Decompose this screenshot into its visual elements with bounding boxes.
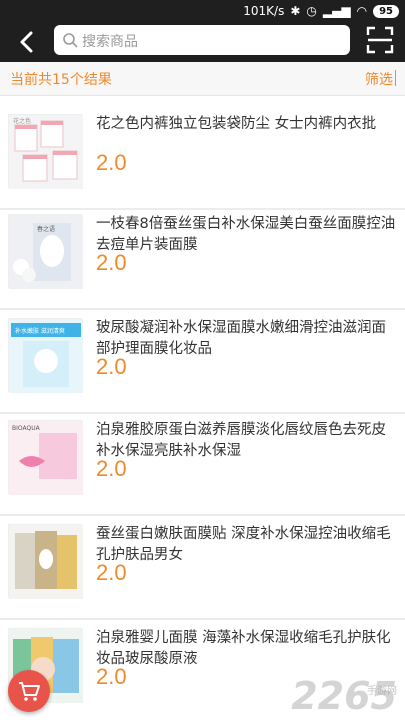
bluetooth-icon: ✱ xyxy=(290,4,301,18)
product-image xyxy=(9,525,83,599)
thumb-label: BIOAQUA xyxy=(12,425,41,432)
product-price: 2.0 xyxy=(96,250,127,275)
back-button[interactable] xyxy=(14,28,40,56)
product-price: 2.0 xyxy=(96,456,127,481)
product-image: 花之色 xyxy=(9,115,83,189)
app-bar: 搜索商品 xyxy=(0,22,405,62)
scan-button[interactable] xyxy=(366,26,394,54)
watermark: 2265 手游网 xyxy=(291,674,397,718)
product-item[interactable]: 蚕丝蛋白嫩肤面膜贴 深度补水保湿控油收缩毛孔护肤品男女 2.0 xyxy=(0,510,405,620)
signal-icon: ▂▄▆ xyxy=(322,4,351,18)
product-image: 春之语 xyxy=(9,215,83,289)
product-thumbnail: 花之色 xyxy=(8,114,83,189)
product-title: 一枝春8倍蚕丝蛋白补水保湿美白蚕丝面膜控油去痘单片装面膜 xyxy=(96,216,396,253)
alarm-icon: ◷ xyxy=(306,4,317,18)
back-arrow-icon xyxy=(20,31,33,53)
product-item[interactable]: BIOAQUA 泊泉雅胶原蛋白滋养唇膜淡化唇纹唇色去死皮补水保湿亮肤补水保湿 2… xyxy=(0,406,405,516)
product-price: 2.0 xyxy=(96,560,127,585)
search-icon xyxy=(63,33,78,48)
search-placeholder: 搜索商品 xyxy=(82,34,138,50)
battery-badge: 95 xyxy=(373,4,399,18)
scan-icon xyxy=(366,26,394,54)
wifi-icon: ◠ xyxy=(356,4,368,18)
product-item[interactable]: 花之色 花之色内裤独立包装袋防尘 女士内裤内衣批 2.0 xyxy=(0,100,405,210)
search-box[interactable]: 搜索商品 xyxy=(54,25,350,55)
product-thumbnail: 补水嫩肤 滋润清爽 xyxy=(8,318,83,393)
product-title: 花之色内裤独立包装袋防尘 女士内裤内衣批 xyxy=(96,116,377,132)
status-bar: 101K/s ✱ ◷ ▂▄▆ ◠ 95 xyxy=(0,0,405,22)
cart-button[interactable] xyxy=(8,670,50,712)
product-thumbnail: 春之语 xyxy=(8,214,83,289)
product-title: 玻尿酸凝润补水保湿面膜水嫩细滑控油滋润面部护理面膜化妆品 xyxy=(96,320,386,357)
watermark-sub: 手游网 xyxy=(367,686,397,697)
result-bar: 当前共15个结果 筛选 xyxy=(0,62,405,96)
product-image: BIOAQUA xyxy=(9,421,83,495)
product-item[interactable]: 补水嫩肤 滋润清爽 玻尿酸凝润补水保湿面膜水嫩细滑控油滋润面部护理面膜化妆品 2… xyxy=(0,304,405,414)
product-price: 2.0 xyxy=(96,664,127,689)
product-price: 2.0 xyxy=(96,354,127,379)
product-item[interactable]: 春之语 一枝春8倍蚕丝蛋白补水保湿美白蚕丝面膜控油去痘单片装面膜 2.0 xyxy=(0,200,405,310)
thumb-label: 花之色 xyxy=(13,117,31,125)
product-title: 泊泉雅胶原蛋白滋养唇膜淡化唇纹唇色去死皮补水保湿亮肤补水保湿 xyxy=(96,422,386,459)
product-title: 泊泉雅婴儿面膜 海藻补水保湿收缩毛孔护肤化妆品玻尿酸原液 xyxy=(96,630,391,667)
product-price: 2.0 xyxy=(96,150,127,175)
product-thumbnail xyxy=(8,524,83,599)
network-speed: 101K/s xyxy=(243,4,285,18)
product-title: 蚕丝蛋白嫩肤面膜贴 深度补水保湿控油收缩毛孔护肤品男女 xyxy=(96,526,391,563)
result-count: 当前共15个结果 xyxy=(10,72,112,88)
product-image: 补水嫩肤 滋润清爽 xyxy=(9,319,83,393)
product-thumbnail: BIOAQUA xyxy=(8,420,83,495)
filter-divider xyxy=(395,70,396,86)
cart-icon xyxy=(19,682,40,701)
thumb-label: 春之语 xyxy=(37,225,55,233)
filter-button[interactable]: 筛选 xyxy=(365,69,393,89)
thumb-label: 补水嫩肤 滋润清爽 xyxy=(15,327,65,335)
